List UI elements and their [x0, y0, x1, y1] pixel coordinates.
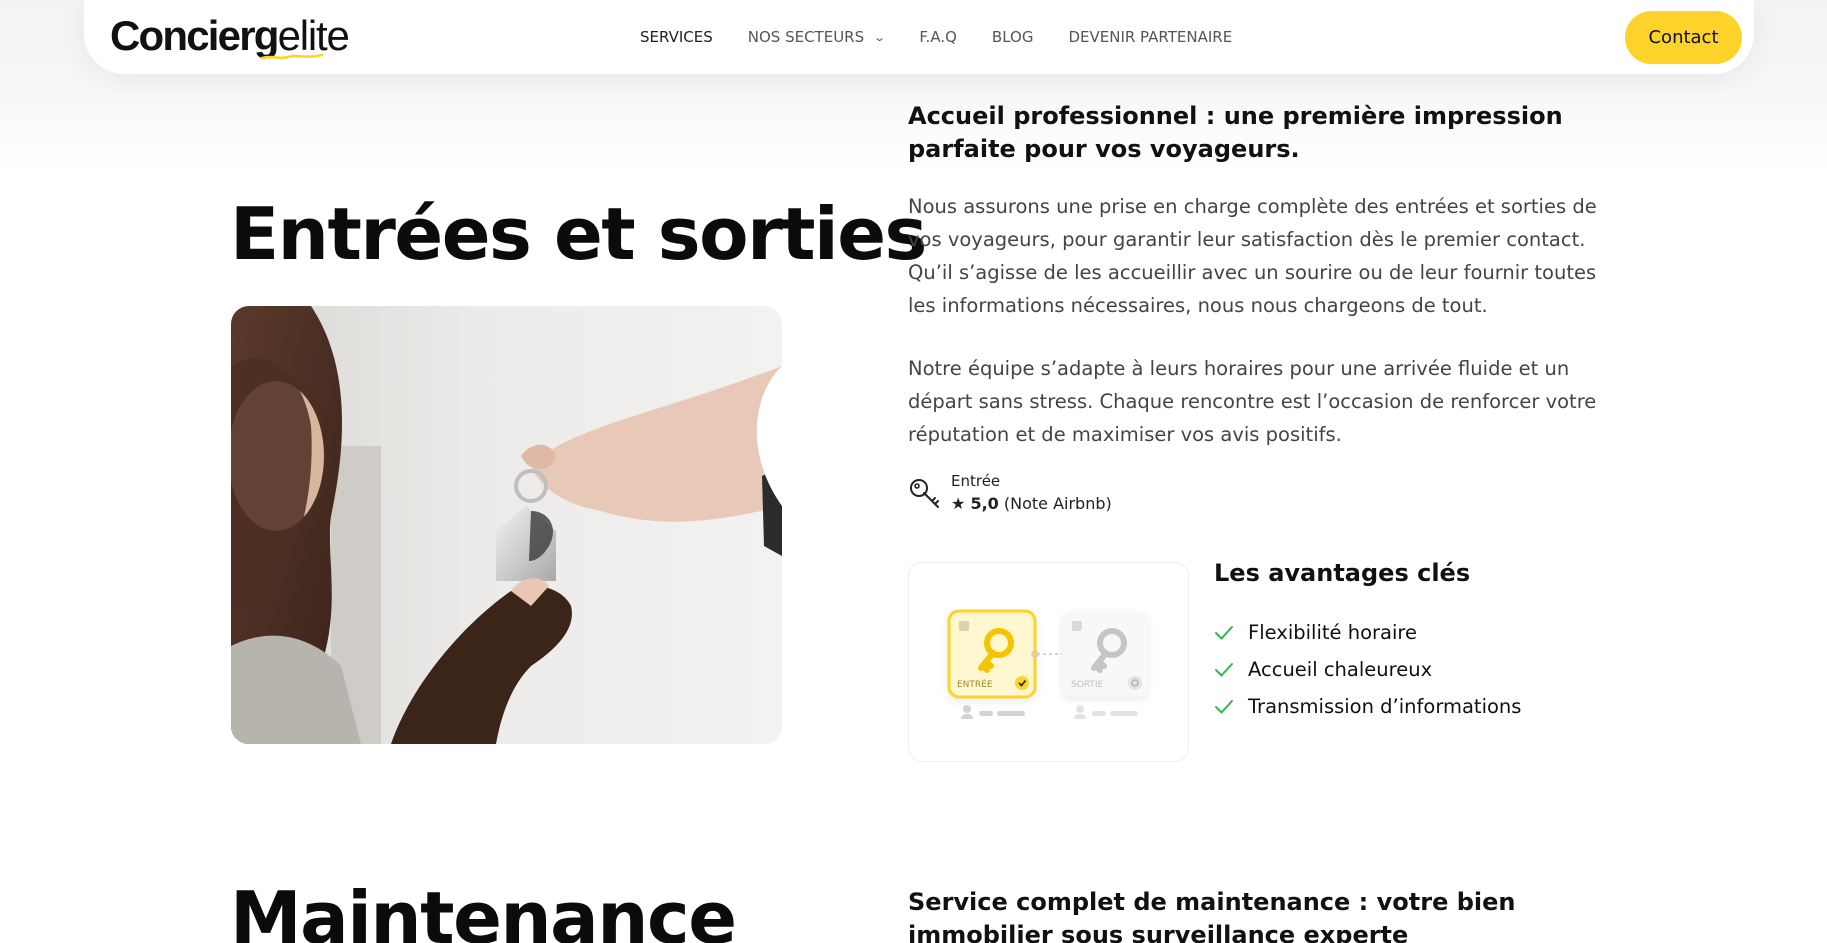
logo-underline-swoosh: [260, 53, 324, 60]
rating-note: (Note Airbnb): [1003, 494, 1112, 513]
section-subheading: Accueil professionnel : une première imp…: [908, 102, 1563, 163]
nav-item-blog[interactable]: BLOG: [992, 28, 1034, 46]
section-paragraph: Nous assurons une prise en charge complè…: [908, 195, 1597, 317]
contact-button[interactable]: Contact: [1625, 11, 1742, 64]
list-item: Transmission d’informations: [1214, 688, 1521, 725]
nav-item-devenir-partenaire[interactable]: DEVENIR PARTENAIRE: [1068, 28, 1232, 46]
section-subheading-maintenance: Service complet de maintenance : votre b…: [908, 888, 1516, 943]
key-handover-photo: [231, 306, 782, 744]
checkin-checkout-illustration: ENTRÉE SORTIE: [908, 562, 1189, 762]
advantage-label: Transmission d’informations: [1248, 695, 1522, 718]
chevron-down-icon: ⌄: [873, 30, 887, 44]
nav-item-services[interactable]: SERVICES: [640, 28, 713, 46]
section-title-entrees-sorties: Entrées et sorties: [230, 192, 927, 276]
logo-bold-text: Concierg: [110, 12, 279, 59]
exit-tile: SORTIE: [1062, 611, 1148, 697]
nav-item-nos-secteurs[interactable]: NOS SECTEURS ⌄: [747, 28, 887, 46]
star-icon: ★: [951, 494, 966, 513]
list-item: Accueil chaleureux: [1214, 651, 1521, 688]
check-icon: [1215, 625, 1233, 639]
key-icon: [910, 479, 939, 508]
rating-label: Entrée: [951, 472, 1001, 490]
advantage-label: Accueil chaleureux: [1248, 658, 1433, 681]
main-nav: SERVICES NOS SECTEURS ⌄ F.A.Q BLOG DEVENI…: [640, 0, 1267, 74]
list-item: Flexibilité horaire: [1214, 614, 1521, 651]
nav-item-faq[interactable]: F.A.Q: [919, 28, 957, 46]
section-title-maintenance: Maintenance: [230, 876, 737, 943]
check-icon: [1215, 699, 1233, 713]
rating-value: ★ 5,0 (Note Airbnb): [951, 494, 1112, 513]
exit-label: SORTIE: [1071, 680, 1104, 690]
navbar: Conciergelite SERVICES NOS SECTEURS ⌄ F.A…: [84, 0, 1754, 74]
advantages-title: Les avantages clés: [1214, 559, 1471, 587]
advantages-list: Flexibilité horaire Accueil chaleureux T…: [1214, 614, 1521, 725]
advantage-label: Flexibilité horaire: [1248, 621, 1417, 644]
nav-item-label: NOS SECTEURS: [747, 28, 865, 46]
entry-label: ENTRÉE: [957, 678, 993, 690]
brand-logo[interactable]: Conciergelite: [110, 12, 350, 64]
entry-tile: ENTRÉE: [947, 609, 1037, 699]
check-icon: [1215, 662, 1233, 676]
rating-score: 5,0: [970, 494, 999, 513]
section-paragraph: Notre équipe s’adapte à leurs horaires p…: [908, 357, 1597, 446]
